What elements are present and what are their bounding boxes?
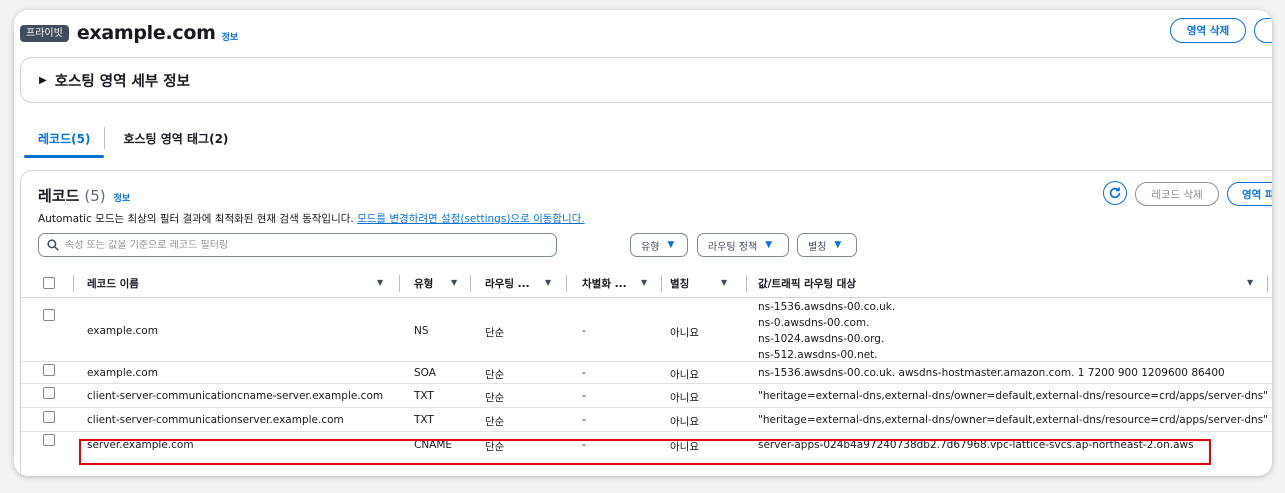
search-input[interactable] bbox=[65, 239, 545, 251]
value-line: ns-0.awsdns-00.com. bbox=[758, 317, 870, 329]
settings-link[interactable]: 모드를 변경하려면 설정(settings)으로 이동합니다. bbox=[357, 213, 585, 225]
automatic-mode-text: Automatic 모드는 최상의 필터 결과에 최적화된 현재 검색 동작입니… bbox=[38, 213, 354, 225]
records-count: (5) bbox=[84, 187, 106, 205]
routing-policy-cell: 단순 bbox=[485, 392, 505, 404]
column-divider bbox=[746, 275, 747, 292]
record-name-cell: client-server-communicationcname-server.… bbox=[87, 390, 384, 402]
sort-caret-icon[interactable]: ▼ bbox=[1247, 278, 1253, 287]
column-divider bbox=[399, 275, 400, 292]
record-name-cell: example.com bbox=[87, 325, 158, 337]
page-title: example.com bbox=[76, 22, 216, 44]
records-table-header: 레코드 이름 ▼ 유형 ▼ 라우팅 ... ▼ 차별화 ... ▼ 별칭 ▼ 값… bbox=[21, 268, 1272, 298]
sort-caret-icon[interactable]: ▼ bbox=[641, 278, 647, 287]
record-type-cell: TXT bbox=[414, 390, 434, 402]
row-checkbox[interactable] bbox=[43, 364, 55, 376]
column-header-value[interactable]: 값/트래픽 라우팅 대상 bbox=[758, 276, 856, 291]
table-row[interactable]: client-server-communicationserver.exampl… bbox=[21, 408, 1272, 432]
value-line: ns-1024.awsdns-00.org. bbox=[758, 333, 885, 345]
record-filter-search[interactable] bbox=[38, 233, 557, 257]
alias-cell: 아니요 bbox=[670, 327, 699, 339]
type-filter-dropdown[interactable]: 유형 ▼ bbox=[630, 233, 688, 257]
value-cell: ns-1536.awsdns-00.co.uk. awsdns-hostmast… bbox=[758, 367, 1225, 379]
column-header-type[interactable]: 유형 bbox=[414, 276, 433, 291]
value-cell: "heritage=external-dns,external-dns/owne… bbox=[758, 390, 1269, 402]
caret-down-icon: ▼ bbox=[834, 240, 842, 250]
edit-zone-button[interactable] bbox=[1254, 18, 1272, 43]
records-heading: 레코드 (5) 정보 bbox=[38, 185, 130, 206]
delete-zone-button[interactable]: 영역 삭제 bbox=[1170, 18, 1246, 43]
column-divider bbox=[73, 275, 74, 292]
hosted-zone-details-section[interactable]: ▶ 호스팅 영역 세부 정보 bbox=[20, 57, 1272, 103]
records-title: 레코드 bbox=[38, 187, 80, 205]
alias-cell: 아니요 bbox=[670, 416, 699, 428]
alias-filter-dropdown[interactable]: 별칭 ▼ bbox=[797, 233, 857, 257]
routing-policy-filter-dropdown[interactable]: 라우팅 정책 ▼ bbox=[697, 233, 789, 257]
tab-hosted-zone-tags[interactable]: 호스팅 영역 태그(2) bbox=[105, 120, 242, 157]
alias-cell: 아니요 bbox=[670, 392, 699, 404]
table-row[interactable]: example.com NS 단순 - 아니요 ns-1536.awsdns-0… bbox=[21, 298, 1272, 362]
column-divider bbox=[470, 275, 471, 292]
row-checkbox[interactable] bbox=[43, 434, 55, 446]
column-header-routing-policy[interactable]: 라우팅 ... bbox=[485, 276, 530, 291]
zone-header: 프라이빗 example.com 정보 bbox=[20, 20, 238, 46]
row-checkbox[interactable] bbox=[43, 387, 55, 399]
sort-caret-icon[interactable]: ▼ bbox=[451, 278, 457, 287]
record-type-cell: SOA bbox=[414, 367, 436, 379]
refresh-icon bbox=[1109, 187, 1121, 199]
record-name-cell: example.com bbox=[87, 367, 158, 379]
alias-filter-label: 별칭 bbox=[808, 241, 827, 253]
column-header-differentiator[interactable]: 차별화 ... bbox=[582, 276, 627, 291]
records-info-link[interactable]: 정보 bbox=[114, 191, 131, 204]
tab-bar: 레코드(5) 호스팅 영역 태그(2) bbox=[24, 120, 242, 158]
routing-policy-cell: 단순 bbox=[485, 416, 505, 428]
differentiator-cell: - bbox=[582, 414, 586, 426]
sort-caret-icon[interactable]: ▼ bbox=[545, 278, 551, 287]
value-cell: "heritage=external-dns,external-dns/owne… bbox=[758, 414, 1269, 426]
alias-cell: 아니요 bbox=[670, 369, 699, 381]
search-icon bbox=[47, 239, 59, 251]
routing-policy-cell: 단순 bbox=[485, 369, 505, 381]
column-divider bbox=[566, 275, 567, 292]
record-type-cell: TXT bbox=[414, 414, 434, 426]
column-divider bbox=[661, 275, 662, 292]
record-name-cell: client-server-communicationserver.exampl… bbox=[87, 414, 344, 426]
highlight-box bbox=[79, 439, 1211, 465]
routing-policy-filter-label: 라우팅 정책 bbox=[708, 241, 758, 253]
details-title: 호스팅 영역 세부 정보 bbox=[54, 73, 190, 90]
sort-caret-icon[interactable]: ▼ bbox=[721, 278, 727, 287]
column-header-alias[interactable]: 별칭 bbox=[670, 276, 689, 291]
caret-down-icon: ▼ bbox=[765, 240, 773, 250]
info-link[interactable]: 정보 bbox=[222, 30, 239, 43]
table-row[interactable]: client-server-communicationcname-server.… bbox=[21, 384, 1272, 408]
app-frame: 프라이빗 example.com 정보 영역 삭제 ▶ 호스팅 영역 세부 정보… bbox=[14, 10, 1272, 476]
sort-caret-icon[interactable]: ▼ bbox=[377, 278, 383, 287]
differentiator-cell: - bbox=[582, 325, 586, 337]
records-panel: 레코드 (5) 정보 Automatic 모드는 최상의 필터 결과에 최적화된… bbox=[20, 170, 1272, 476]
record-type-cell: NS bbox=[414, 325, 429, 337]
column-divider bbox=[1267, 275, 1268, 292]
import-zone-file-button[interactable]: 영역 파 bbox=[1227, 182, 1272, 206]
caret-down-icon: ▼ bbox=[667, 240, 675, 250]
type-filter-label: 유형 bbox=[641, 241, 660, 253]
private-badge: 프라이빗 bbox=[20, 24, 69, 42]
column-header-record-name[interactable]: 레코드 이름 bbox=[87, 276, 139, 291]
differentiator-cell: - bbox=[582, 367, 586, 379]
table-row[interactable]: example.com SOA 단순 - 아니요 ns-1536.awsdns-… bbox=[21, 362, 1272, 384]
value-line: ns-1536.awsdns-00.co.uk. bbox=[758, 301, 896, 313]
routing-policy-cell: 단순 bbox=[485, 327, 505, 339]
row-checkbox[interactable] bbox=[43, 309, 55, 321]
caret-right-icon: ▶ bbox=[39, 74, 47, 86]
automatic-mode-note: Automatic 모드는 최상의 필터 결과에 최적화된 현재 검색 동작입니… bbox=[38, 211, 585, 226]
row-checkbox[interactable] bbox=[43, 411, 55, 423]
delete-record-button[interactable]: 레코드 삭제 bbox=[1135, 182, 1219, 206]
value-line: ns-512.awsdns-00.net. bbox=[758, 349, 878, 361]
differentiator-cell: - bbox=[582, 390, 586, 402]
refresh-button[interactable] bbox=[1103, 181, 1127, 205]
value-cell: ns-1536.awsdns-00.co.uk. ns-0.awsdns-00.… bbox=[758, 299, 895, 363]
tab-records[interactable]: 레코드(5) bbox=[24, 120, 105, 158]
select-all-checkbox[interactable] bbox=[43, 277, 55, 289]
